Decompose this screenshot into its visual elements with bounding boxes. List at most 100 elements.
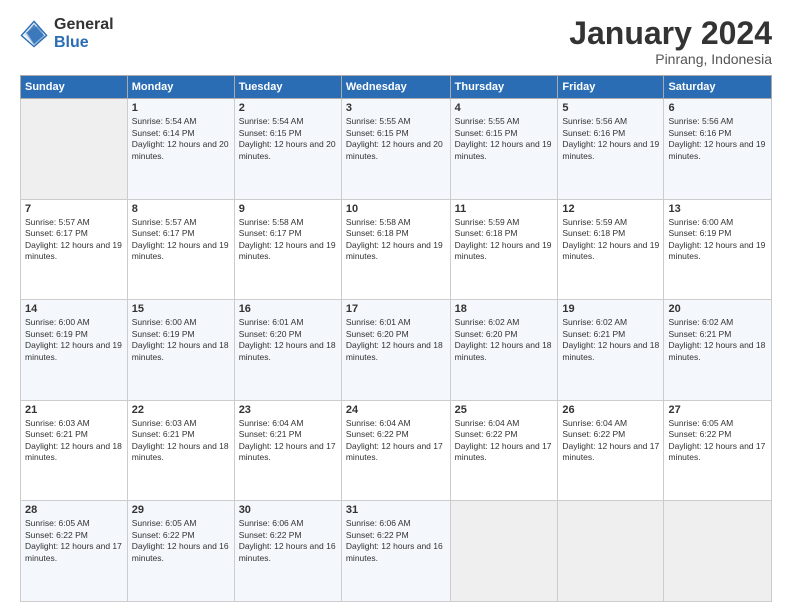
day-info: Sunrise: 6:00 AMSunset: 6:19 PMDaylight:… <box>132 317 229 361</box>
day-cell: 9 Sunrise: 5:58 AMSunset: 6:17 PMDayligh… <box>234 199 341 300</box>
day-cell: 4 Sunrise: 5:55 AMSunset: 6:15 PMDayligh… <box>450 99 558 200</box>
col-friday: Friday <box>558 76 664 99</box>
day-info: Sunrise: 5:57 AMSunset: 6:17 PMDaylight:… <box>132 217 229 261</box>
day-info: Sunrise: 5:56 AMSunset: 6:16 PMDaylight:… <box>668 116 765 160</box>
day-cell: 8 Sunrise: 5:57 AMSunset: 6:17 PMDayligh… <box>127 199 234 300</box>
day-cell <box>21 99 128 200</box>
day-number: 31 <box>346 504 446 516</box>
day-info: Sunrise: 5:59 AMSunset: 6:18 PMDaylight:… <box>455 217 552 261</box>
day-info: Sunrise: 5:55 AMSunset: 6:15 PMDaylight:… <box>455 116 552 160</box>
day-cell: 23 Sunrise: 6:04 AMSunset: 6:21 PMDaylig… <box>234 400 341 501</box>
day-number: 25 <box>455 404 554 416</box>
day-cell <box>664 501 772 602</box>
day-info: Sunrise: 6:05 AMSunset: 6:22 PMDaylight:… <box>132 518 229 562</box>
day-number: 23 <box>239 404 337 416</box>
day-number: 9 <box>239 203 337 215</box>
day-info: Sunrise: 6:06 AMSunset: 6:22 PMDaylight:… <box>239 518 336 562</box>
day-number: 16 <box>239 303 337 315</box>
day-info: Sunrise: 5:57 AMSunset: 6:17 PMDaylight:… <box>25 217 122 261</box>
day-number: 20 <box>668 303 767 315</box>
day-info: Sunrise: 6:01 AMSunset: 6:20 PMDaylight:… <box>239 317 336 361</box>
col-sunday: Sunday <box>21 76 128 99</box>
day-cell <box>450 501 558 602</box>
calendar-header: Sunday Monday Tuesday Wednesday Thursday… <box>21 76 772 99</box>
col-thursday: Thursday <box>450 76 558 99</box>
day-cell: 22 Sunrise: 6:03 AMSunset: 6:21 PMDaylig… <box>127 400 234 501</box>
day-info: Sunrise: 6:00 AMSunset: 6:19 PMDaylight:… <box>25 317 122 361</box>
day-info: Sunrise: 6:04 AMSunset: 6:22 PMDaylight:… <box>346 418 443 462</box>
day-number: 28 <box>25 504 123 516</box>
day-number: 8 <box>132 203 230 215</box>
day-cell: 14 Sunrise: 6:00 AMSunset: 6:19 PMDaylig… <box>21 300 128 401</box>
day-cell: 17 Sunrise: 6:01 AMSunset: 6:20 PMDaylig… <box>341 300 450 401</box>
calendar-body: 1 Sunrise: 5:54 AMSunset: 6:14 PMDayligh… <box>21 99 772 602</box>
day-info: Sunrise: 6:02 AMSunset: 6:21 PMDaylight:… <box>562 317 659 361</box>
day-number: 7 <box>25 203 123 215</box>
day-cell: 30 Sunrise: 6:06 AMSunset: 6:22 PMDaylig… <box>234 501 341 602</box>
day-cell: 19 Sunrise: 6:02 AMSunset: 6:21 PMDaylig… <box>558 300 664 401</box>
day-info: Sunrise: 6:05 AMSunset: 6:22 PMDaylight:… <box>25 518 122 562</box>
week-row-4: 21 Sunrise: 6:03 AMSunset: 6:21 PMDaylig… <box>21 400 772 501</box>
day-info: Sunrise: 5:55 AMSunset: 6:15 PMDaylight:… <box>346 116 443 160</box>
week-row-2: 7 Sunrise: 5:57 AMSunset: 6:17 PMDayligh… <box>21 199 772 300</box>
day-cell: 5 Sunrise: 5:56 AMSunset: 6:16 PMDayligh… <box>558 99 664 200</box>
day-info: Sunrise: 6:04 AMSunset: 6:21 PMDaylight:… <box>239 418 336 462</box>
col-saturday: Saturday <box>664 76 772 99</box>
day-info: Sunrise: 6:03 AMSunset: 6:21 PMDaylight:… <box>132 418 229 462</box>
day-number: 29 <box>132 504 230 516</box>
day-cell: 16 Sunrise: 6:01 AMSunset: 6:20 PMDaylig… <box>234 300 341 401</box>
day-number: 13 <box>668 203 767 215</box>
day-info: Sunrise: 6:02 AMSunset: 6:21 PMDaylight:… <box>668 317 765 361</box>
week-row-5: 28 Sunrise: 6:05 AMSunset: 6:22 PMDaylig… <box>21 501 772 602</box>
day-number: 6 <box>668 102 767 114</box>
day-info: Sunrise: 6:05 AMSunset: 6:22 PMDaylight:… <box>668 418 765 462</box>
day-info: Sunrise: 5:54 AMSunset: 6:14 PMDaylight:… <box>132 116 229 160</box>
day-cell: 28 Sunrise: 6:05 AMSunset: 6:22 PMDaylig… <box>21 501 128 602</box>
day-info: Sunrise: 5:58 AMSunset: 6:18 PMDaylight:… <box>346 217 443 261</box>
logo-text: General Blue <box>54 16 114 51</box>
day-info: Sunrise: 6:06 AMSunset: 6:22 PMDaylight:… <box>346 518 443 562</box>
day-cell: 2 Sunrise: 5:54 AMSunset: 6:15 PMDayligh… <box>234 99 341 200</box>
day-number: 17 <box>346 303 446 315</box>
day-number: 21 <box>25 404 123 416</box>
day-number: 30 <box>239 504 337 516</box>
day-number: 5 <box>562 102 659 114</box>
day-info: Sunrise: 6:03 AMSunset: 6:21 PMDaylight:… <box>25 418 122 462</box>
logo-icon <box>20 20 48 48</box>
title-block: January 2024 Pinrang, Indonesia <box>569 16 772 67</box>
day-number: 22 <box>132 404 230 416</box>
day-cell: 26 Sunrise: 6:04 AMSunset: 6:22 PMDaylig… <box>558 400 664 501</box>
week-row-1: 1 Sunrise: 5:54 AMSunset: 6:14 PMDayligh… <box>21 99 772 200</box>
day-info: Sunrise: 6:04 AMSunset: 6:22 PMDaylight:… <box>562 418 659 462</box>
day-cell: 6 Sunrise: 5:56 AMSunset: 6:16 PMDayligh… <box>664 99 772 200</box>
logo-blue: Blue <box>54 34 114 52</box>
header: General Blue January 2024 Pinrang, Indon… <box>20 16 772 67</box>
day-cell: 15 Sunrise: 6:00 AMSunset: 6:19 PMDaylig… <box>127 300 234 401</box>
day-info: Sunrise: 5:59 AMSunset: 6:18 PMDaylight:… <box>562 217 659 261</box>
day-cell: 18 Sunrise: 6:02 AMSunset: 6:20 PMDaylig… <box>450 300 558 401</box>
day-cell: 13 Sunrise: 6:00 AMSunset: 6:19 PMDaylig… <box>664 199 772 300</box>
day-number: 1 <box>132 102 230 114</box>
day-number: 12 <box>562 203 659 215</box>
day-number: 2 <box>239 102 337 114</box>
day-cell: 24 Sunrise: 6:04 AMSunset: 6:22 PMDaylig… <box>341 400 450 501</box>
day-number: 4 <box>455 102 554 114</box>
day-number: 10 <box>346 203 446 215</box>
day-cell: 3 Sunrise: 5:55 AMSunset: 6:15 PMDayligh… <box>341 99 450 200</box>
col-monday: Monday <box>127 76 234 99</box>
day-number: 14 <box>25 303 123 315</box>
day-number: 19 <box>562 303 659 315</box>
day-cell: 21 Sunrise: 6:03 AMSunset: 6:21 PMDaylig… <box>21 400 128 501</box>
calendar-table: Sunday Monday Tuesday Wednesday Thursday… <box>20 75 772 602</box>
day-info: Sunrise: 6:01 AMSunset: 6:20 PMDaylight:… <box>346 317 443 361</box>
header-row: Sunday Monday Tuesday Wednesday Thursday… <box>21 76 772 99</box>
location: Pinrang, Indonesia <box>569 51 772 67</box>
week-row-3: 14 Sunrise: 6:00 AMSunset: 6:19 PMDaylig… <box>21 300 772 401</box>
day-cell: 25 Sunrise: 6:04 AMSunset: 6:22 PMDaylig… <box>450 400 558 501</box>
day-number: 3 <box>346 102 446 114</box>
day-cell: 10 Sunrise: 5:58 AMSunset: 6:18 PMDaylig… <box>341 199 450 300</box>
day-cell: 11 Sunrise: 5:59 AMSunset: 6:18 PMDaylig… <box>450 199 558 300</box>
day-cell <box>558 501 664 602</box>
col-wednesday: Wednesday <box>341 76 450 99</box>
day-number: 26 <box>562 404 659 416</box>
